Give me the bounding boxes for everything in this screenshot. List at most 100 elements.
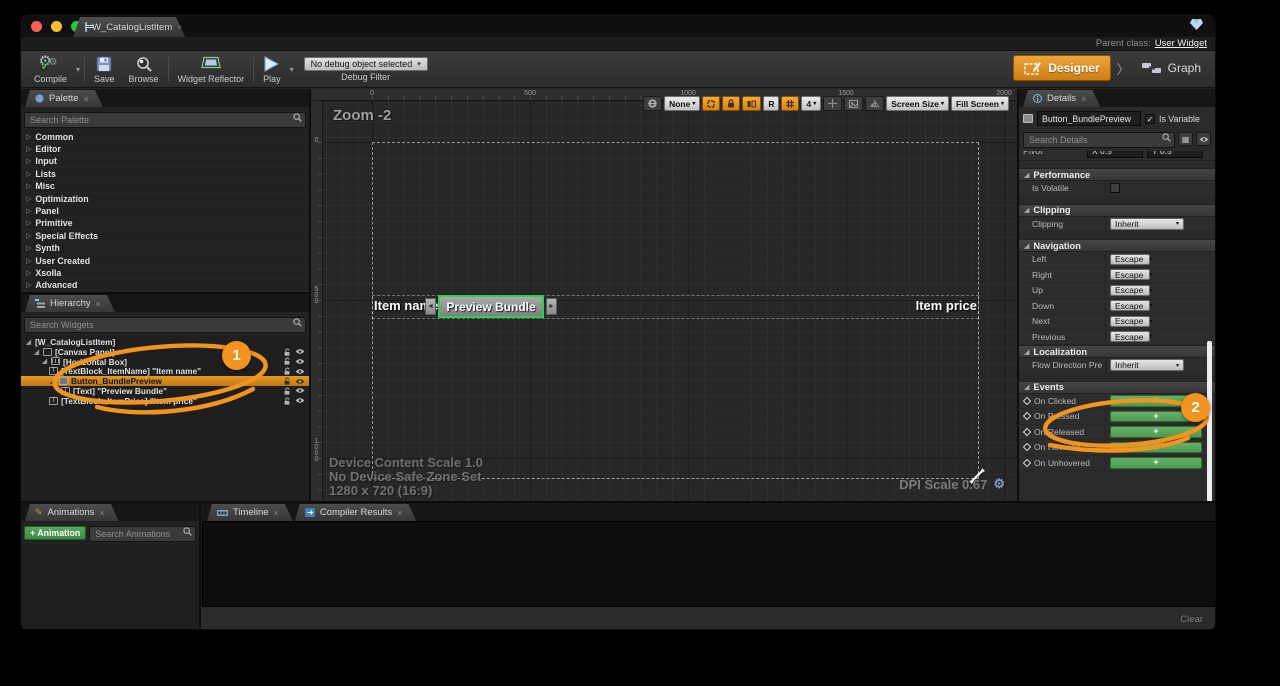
localization-preview-button[interactable] <box>643 96 662 111</box>
collapse-arrow-icon[interactable]: ◢ <box>25 338 32 346</box>
fill-screen-dropdown[interactable]: Fill Screen▾ <box>951 96 1009 111</box>
snap-size-dropdown[interactable]: 4▾ <box>801 96 821 111</box>
tree-row-canvas-panel[interactable]: ◢ [Canvas Panel] <box>21 347 309 357</box>
details-tab[interactable]: Details × <box>1023 90 1100 107</box>
compile-options-caret[interactable]: ▾ <box>76 65 80 74</box>
collapse-arrow-icon[interactable]: ◢ <box>49 377 56 385</box>
add-on-hovered-event-button[interactable]: + <box>1110 442 1202 454</box>
add-on-released-event-button[interactable]: + <box>1110 426 1202 438</box>
compiler-results-tab[interactable]: Compiler Results × <box>295 504 417 521</box>
palette-category-lists[interactable]: ▷Lists <box>21 168 309 180</box>
palette-category-panel[interactable]: ▷Panel <box>21 205 309 217</box>
palette-category-user-created[interactable]: ▷User Created <box>21 255 309 267</box>
hierarchy-tab-close-icon[interactable]: × <box>96 299 101 309</box>
is-variable-checkbox[interactable]: ✓ <box>1145 114 1155 124</box>
details-search-input[interactable] <box>1023 132 1175 148</box>
details-tab-close-icon[interactable]: × <box>1081 94 1086 104</box>
animations-tab-close-icon[interactable]: × <box>100 508 105 518</box>
play-options-caret[interactable]: ▾ <box>290 65 294 74</box>
clear-button[interactable]: Clear <box>1180 614 1203 625</box>
eye-icon[interactable] <box>295 358 305 365</box>
preview-background-button[interactable] <box>844 96 863 111</box>
palette-tab-close-icon[interactable]: × <box>84 94 89 104</box>
collapse-arrow-icon[interactable]: ◢ <box>41 357 48 365</box>
palette-category-optimization[interactable]: ▷Optimization <box>21 193 309 205</box>
nav-previous-dropdown[interactable]: Escape▾ <box>1110 331 1150 342</box>
canvas-preview-bundle-button[interactable]: Preview Bundle <box>438 295 544 318</box>
tree-row-text-preview-bundle[interactable]: T [Text] "Preview Bundle" <box>21 386 309 396</box>
eye-icon[interactable] <box>295 368 305 375</box>
close-window-button[interactable] <box>31 21 42 32</box>
palette-category-misc[interactable]: ▷Misc <box>21 181 309 193</box>
lock-toggle-button[interactable] <box>722 96 740 111</box>
lock-icon[interactable] <box>283 377 291 385</box>
debug-object-dropdown[interactable]: No debug object selected ▾ <box>304 57 428 71</box>
details-scrollbar[interactable] <box>1207 341 1212 501</box>
view-options-eye-button[interactable] <box>1196 132 1211 146</box>
collapse-arrow-icon[interactable]: ◢ <box>33 348 40 356</box>
compiler-results-output[interactable] <box>202 521 1216 607</box>
nav-right-dropdown[interactable]: Escape▾ <box>1110 269 1150 280</box>
play-button[interactable]: Play <box>256 53 288 85</box>
parent-class-link[interactable]: User Widget <box>1155 38 1207 49</box>
nav-down-dropdown[interactable]: Escape▾ <box>1110 300 1150 311</box>
category-navigation[interactable]: ◢ Navigation <box>1019 239 1215 252</box>
pivot-y-field[interactable]: Y 0.5 <box>1147 151 1203 158</box>
lock-icon[interactable] <box>283 348 291 356</box>
nav-next-dropdown[interactable]: Escape▾ <box>1110 316 1150 327</box>
is-volatile-checkbox[interactable] <box>1110 183 1120 193</box>
lock-icon[interactable] <box>283 387 291 395</box>
screen-size-dropdown[interactable]: Screen Size▾ <box>886 96 949 111</box>
palette-category-advanced[interactable]: ▷Advanced <box>21 280 309 292</box>
eye-icon[interactable] <box>295 387 305 394</box>
tree-row-textblock-itemprice[interactable]: T [TextBlock_ItemPrice] "Item price" <box>21 396 309 406</box>
category-clipping[interactable]: ◢ Clipping <box>1019 204 1215 217</box>
compiler-tab-close-icon[interactable]: × <box>397 508 402 518</box>
eye-icon[interactable] <box>295 378 305 385</box>
tree-row-root[interactable]: ◢ [W_CatalogListItem] <box>21 337 309 347</box>
grid-snap-button[interactable] <box>781 96 799 111</box>
resize-handle-right[interactable]: ► <box>546 298 557 315</box>
respect-locks-button[interactable] <box>742 96 761 111</box>
timeline-tab[interactable]: Timeline × <box>207 504 293 521</box>
animations-search-input[interactable] <box>89 526 196 542</box>
minimize-window-button[interactable] <box>51 21 62 32</box>
tree-row-textblock-itemname[interactable]: T [TextBlock_ItemName] "Item name" <box>21 366 309 376</box>
flip-preview-button[interactable] <box>865 96 884 111</box>
eye-icon[interactable] <box>295 397 305 404</box>
widget-reflector-button[interactable]: Widget Reflector <box>171 53 252 85</box>
flow-direction-dropdown[interactable]: Inherit▾ <box>1110 359 1184 371</box>
palette-category-xsolla[interactable]: ▷Xsolla <box>21 267 309 279</box>
widget-name-input[interactable] <box>1037 111 1141 126</box>
compile-button[interactable]: ⚙⚙✓ Compile <box>27 53 74 85</box>
anchor-visual-button[interactable] <box>823 96 842 111</box>
designer-canvas[interactable]: 0 500 1000 1500 2000 0 500 1000 Zoom -2 … <box>311 89 1017 501</box>
timeline-tab-close-icon[interactable]: × <box>274 508 279 518</box>
palette-category-synth[interactable]: ▷Synth <box>21 243 309 255</box>
designer-mode-button[interactable]: Designer <box>1013 55 1110 81</box>
lock-icon[interactable] <box>283 367 291 375</box>
category-localization[interactable]: ◢ Localization <box>1019 345 1215 358</box>
tree-row-button-bundlepreview[interactable]: ◢ Button_BundlePreview <box>21 376 309 386</box>
lock-icon[interactable] <box>283 357 291 365</box>
nav-up-dropdown[interactable]: Escape▾ <box>1110 285 1150 296</box>
hierarchy-search-input[interactable] <box>24 317 306 333</box>
pivot-x-field[interactable]: X 0.5 <box>1087 151 1143 158</box>
asset-tab-close-icon[interactable]: × <box>177 22 182 32</box>
dpi-settings-gear-icon[interactable]: ⚙ <box>993 476 1005 492</box>
lock-icon[interactable] <box>283 397 291 405</box>
asset-tab[interactable]: W_CatalogListItem × <box>73 17 185 37</box>
resize-handle-left[interactable]: ◄ <box>425 298 436 315</box>
palette-tab[interactable]: Palette × <box>25 90 103 107</box>
palette-search-input[interactable] <box>24 112 306 128</box>
eye-icon[interactable] <box>295 348 305 355</box>
clipping-dropdown[interactable]: Inherit▾ <box>1110 218 1184 230</box>
palette-category-common[interactable]: ▷Common <box>21 131 309 143</box>
add-animation-button[interactable]: + Animation <box>24 526 86 540</box>
property-matrix-button[interactable]: ▦ <box>1178 132 1193 146</box>
animations-tab[interactable]: ✎ Animations × <box>25 504 119 521</box>
tree-row-horizontal-box[interactable]: ◢ [Horizontal Box] <box>21 357 309 367</box>
category-events[interactable]: ◢ Events <box>1019 381 1215 394</box>
palette-category-special-effects[interactable]: ▷Special Effects <box>21 230 309 242</box>
nav-left-dropdown[interactable]: Escape▾ <box>1110 254 1150 265</box>
